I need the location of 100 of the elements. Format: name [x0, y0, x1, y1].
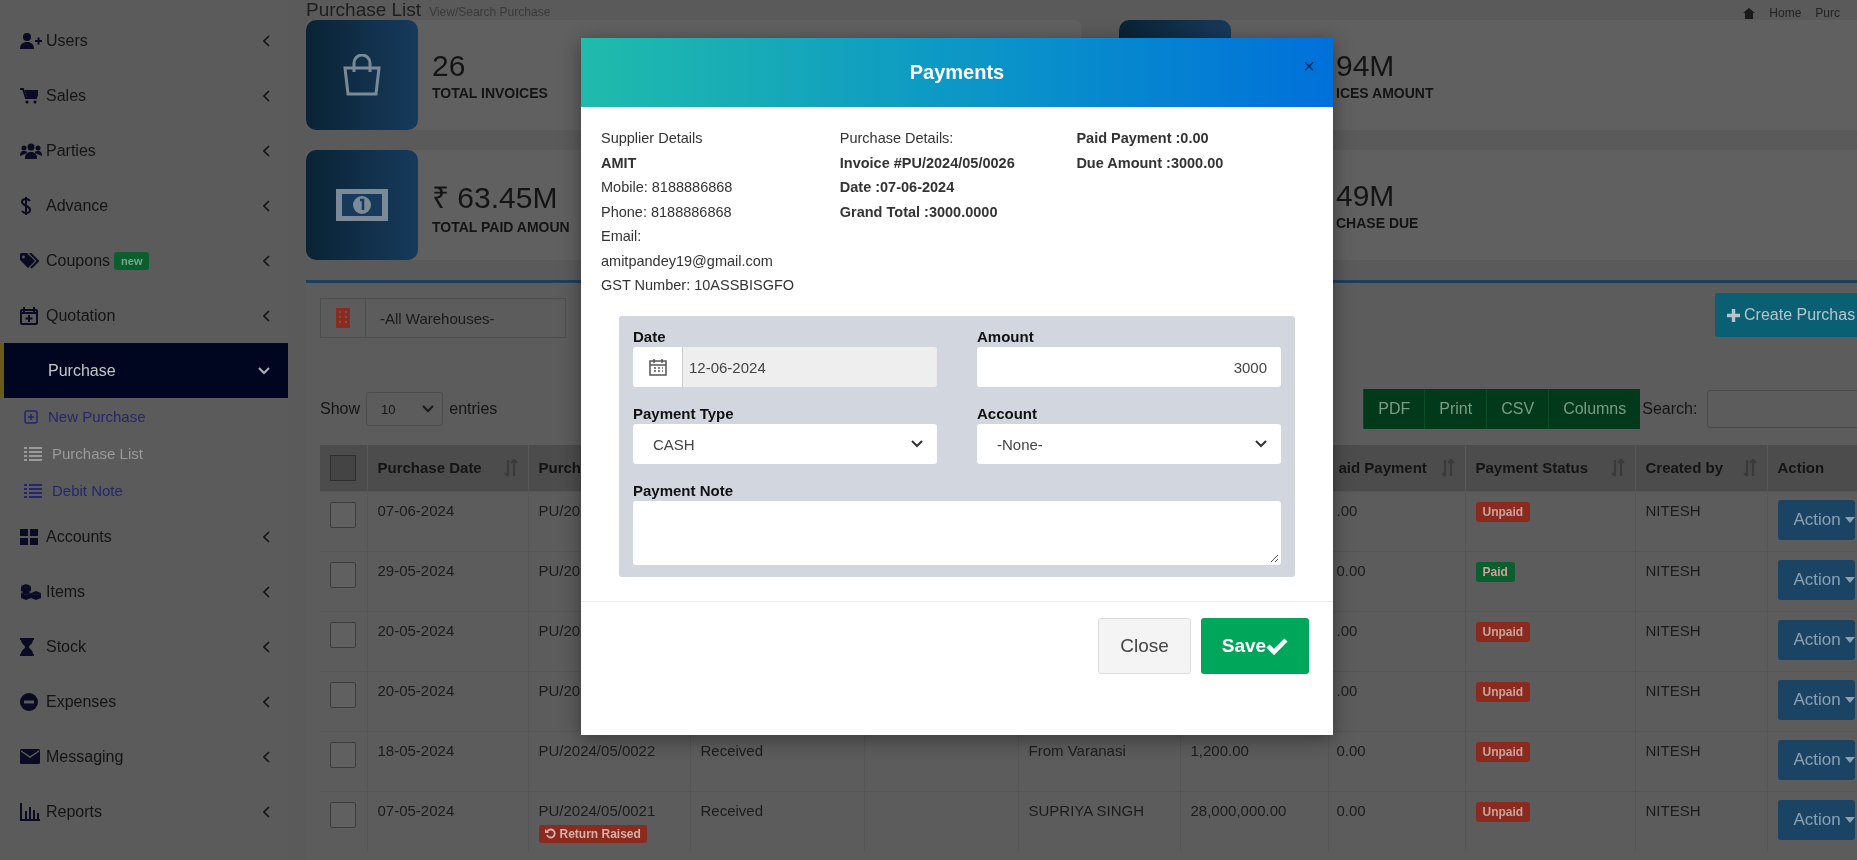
- sidebar-item[interactable]: Messaging: [0, 729, 288, 784]
- table-cell: NITESH: [1645, 561, 1701, 579]
- row-checkbox[interactable]: [330, 501, 356, 528]
- hourglass-icon: [20, 637, 34, 656]
- sidebar-item[interactable]: Sales: [0, 68, 288, 123]
- breadcrumb-link[interactable]: Purc: [1815, 6, 1840, 20]
- table-cell: Received: [700, 801, 764, 819]
- table-cell: 07-05-2024: [377, 801, 455, 819]
- chevron-left-icon: [263, 89, 270, 102]
- list-icon: [24, 446, 42, 461]
- note-field[interactable]: [633, 501, 1281, 565]
- table-cell: .00: [1336, 681, 1358, 699]
- sidebar-label: Reports: [46, 802, 103, 821]
- entries-label: entries: [449, 400, 498, 418]
- save-button[interactable]: Save: [1201, 618, 1309, 674]
- table-cell: PU/20: [538, 561, 581, 579]
- table-cell: 0.00: [1336, 801, 1366, 819]
- table-cell: 07-06-2024: [377, 501, 455, 519]
- close-button[interactable]: Close: [1098, 618, 1191, 674]
- chevron-down-icon: [911, 440, 923, 448]
- shopping-bag-icon: [341, 54, 383, 96]
- create-purchase-button[interactable]: Create Purchas: [1715, 293, 1857, 337]
- field-label: Payment Note: [633, 482, 735, 499]
- table-cell: 1,200.00: [1190, 741, 1249, 759]
- sidebar-label: Sales: [46, 86, 87, 105]
- sidebar-item[interactable]: Stock: [0, 619, 288, 674]
- caret-down-icon: [1844, 516, 1855, 523]
- detail-text: Date :07-06-2024: [839, 178, 956, 197]
- column-header[interactable]: Purch: [538, 459, 581, 477]
- sidebar-item[interactable]: Reports: [0, 784, 288, 839]
- detail-text: Grand Total :3000.0000: [839, 202, 999, 222]
- row-checkbox[interactable]: [330, 561, 356, 588]
- sidebar-label: Expenses: [46, 692, 117, 711]
- check-icon: [1266, 637, 1289, 655]
- sidebar-item[interactable]: Accounts: [0, 509, 288, 564]
- table-cell: Received: [700, 741, 764, 759]
- select-field[interactable]: -None-: [977, 424, 1281, 464]
- sidebar-item[interactable]: Advance: [0, 178, 288, 233]
- sidebar-item[interactable]: Purchase: [0, 343, 288, 398]
- field-label: Payment Type: [633, 405, 735, 422]
- warehouse-select[interactable]: -All Warehouses-: [366, 298, 566, 338]
- chevron-left-icon: [263, 199, 270, 212]
- submenu-item[interactable]: Purchase List: [0, 435, 288, 472]
- entries-select[interactable]: 10: [366, 392, 444, 426]
- sidebar-item[interactable]: Parties: [0, 123, 288, 178]
- select-field[interactable]: CASH: [633, 424, 937, 464]
- sidebar-item[interactable]: Items: [0, 564, 288, 619]
- bar-chart-icon: [20, 802, 40, 821]
- banknote-icon: [334, 187, 390, 223]
- payment-status-tag: Unpaid: [1475, 621, 1531, 642]
- chevron-left-icon: [263, 309, 270, 322]
- action-button[interactable]: Action: [1777, 619, 1855, 660]
- table-cell: .00: [1336, 621, 1358, 639]
- sidebar-item[interactable]: Expenses: [0, 674, 288, 729]
- sidebar-label: Parties: [46, 141, 96, 160]
- stat-value: 49M: [1336, 179, 1396, 213]
- caret-down-icon: [1844, 696, 1855, 703]
- grid-icon: [20, 528, 38, 545]
- select-all-checkbox[interactable]: [330, 454, 356, 481]
- return-raised-badge: Return Raised: [538, 824, 647, 843]
- plus-square-icon: [24, 409, 38, 424]
- resize-handle-icon: [1270, 554, 1279, 563]
- list-icon: [24, 483, 42, 498]
- chevron-left-icon: [263, 695, 270, 708]
- chevron-left-icon: [263, 34, 270, 47]
- detail-text: Due Amount :3000.00: [1076, 153, 1225, 173]
- action-button[interactable]: Action: [1777, 739, 1855, 780]
- sidebar-item[interactable]: Users: [0, 13, 288, 68]
- chevron-left-icon: [263, 640, 270, 653]
- stat-value: ₹ 63.45M: [432, 179, 559, 216]
- field-label: Account: [977, 405, 1038, 422]
- caret-down-icon: [1844, 816, 1855, 823]
- breadcrumb-link[interactable]: Home: [1769, 6, 1802, 20]
- chevron-down-icon: [422, 405, 435, 413]
- envelope-icon: [20, 749, 40, 764]
- table-cell: .00: [1336, 501, 1358, 519]
- tags-icon: [20, 252, 40, 269]
- sidebar-label: Purchase: [48, 361, 116, 380]
- table-cell: 28,000,000.00: [1190, 801, 1287, 819]
- action-button[interactable]: Action: [1777, 559, 1855, 600]
- amount-field[interactable]: 3000: [977, 347, 1281, 387]
- action-button[interactable]: Action: [1777, 679, 1855, 720]
- detail-text: AMIT: [601, 153, 638, 173]
- sidebar-item[interactable]: Coupons new: [0, 233, 288, 288]
- row-checkbox[interactable]: [330, 801, 356, 828]
- row-checkbox[interactable]: [330, 621, 356, 648]
- row-checkbox[interactable]: [330, 741, 356, 768]
- detail-text: GST Number: 10ASSBISGFO: [601, 276, 796, 295]
- sidebar-label: Accounts: [46, 527, 112, 546]
- table-cell: NITESH: [1645, 501, 1701, 519]
- cart-icon: [20, 87, 38, 104]
- sidebar-item[interactable]: Quotation: [0, 288, 288, 343]
- table-cell: NITESH: [1645, 681, 1701, 699]
- table-cell: 20-05-2024: [377, 681, 455, 699]
- row-checkbox[interactable]: [330, 681, 356, 708]
- action-button[interactable]: Action: [1777, 799, 1855, 840]
- table-cell: NITESH: [1645, 621, 1701, 639]
- detail-text: Phone: 8188886868: [601, 202, 733, 222]
- action-button[interactable]: Action: [1777, 499, 1855, 540]
- stat-label: CHASE DUE: [1336, 215, 1419, 231]
